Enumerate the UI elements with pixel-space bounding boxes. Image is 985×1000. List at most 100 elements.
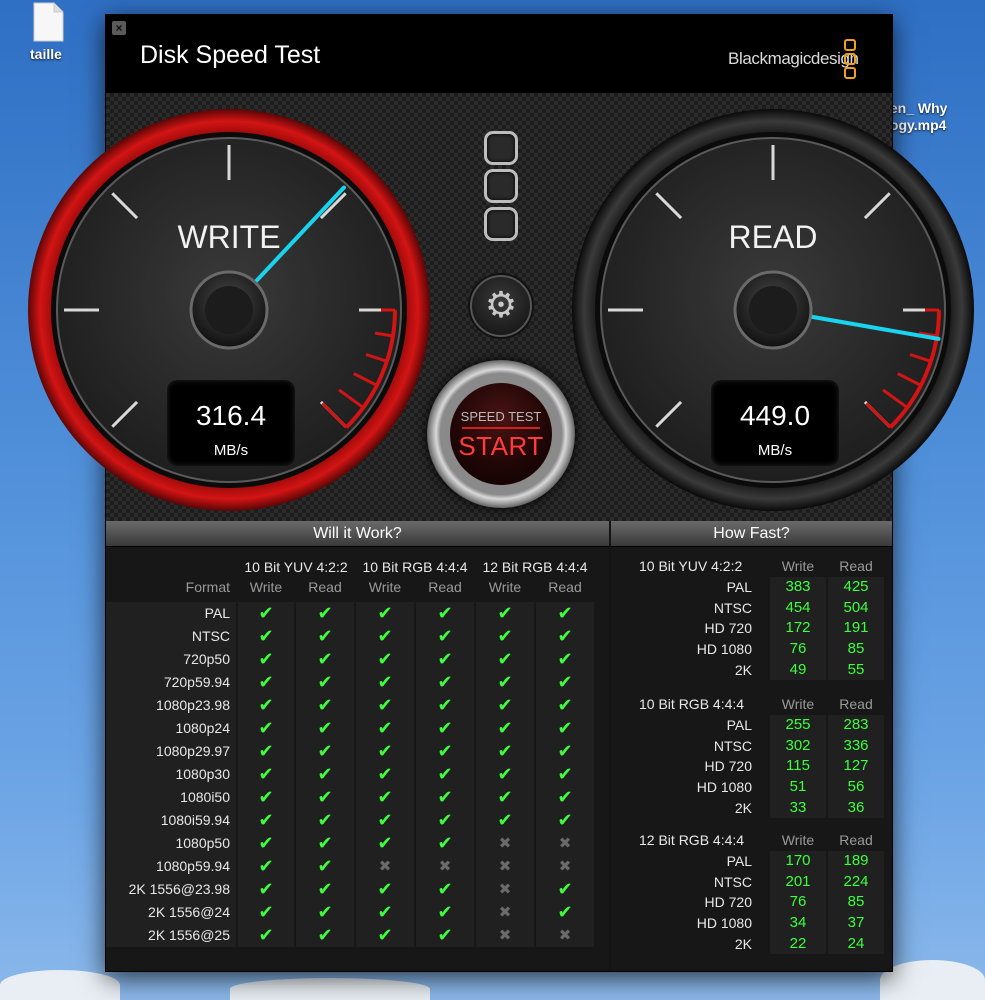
format-label: 1080p24 (106, 717, 236, 740)
check-icon: ✔ (416, 878, 474, 901)
check-icon: ✔ (476, 671, 534, 694)
read-fps-value: 127 (828, 756, 884, 778)
cross-icon: ✖ (476, 832, 534, 855)
format-label: 1080p23.98 (106, 694, 236, 717)
document-icon[interactable] (30, 2, 66, 42)
format-label: 1080p29.97 (106, 740, 236, 763)
title-bar[interactable]: × Disk Speed Test Blackmagicdesign (106, 15, 892, 93)
check-icon: ✔ (296, 694, 354, 717)
check-icon: ✔ (238, 832, 294, 855)
check-icon: ✔ (356, 878, 414, 901)
resolution-label: HD 1080 (696, 641, 752, 658)
cross-icon: ✖ (476, 901, 534, 924)
check-icon: ✔ (536, 625, 594, 648)
write-gauge-label: WRITE (177, 219, 280, 255)
resolution-label: HD 720 (704, 620, 752, 637)
format-label: 1080p50 (106, 832, 236, 855)
check-icon: ✔ (416, 671, 474, 694)
gear-icon: ⚙ (484, 284, 518, 325)
format-label: NTSC (106, 625, 236, 648)
app-title: Disk Speed Test (140, 41, 321, 69)
read-fps-value: 336 (828, 735, 884, 757)
resolution-label: PAL (726, 853, 752, 869)
check-icon: ✔ (356, 740, 414, 763)
format-header-spacer (106, 557, 236, 578)
check-icon: ✔ (296, 671, 354, 694)
read-fps-value: 56 (828, 777, 884, 798)
check-icon: ✔ (238, 855, 294, 878)
cross-icon: ✖ (356, 855, 414, 878)
how-fast-section: 10 Bit YUV 4:2:2 Write Read PAL 383 425 NTSC 45… (611, 555, 892, 681)
format-label: 1080p30 (106, 763, 236, 786)
start-button-label: START (458, 431, 544, 461)
check-icon: ✔ (536, 786, 594, 809)
check-icon: ✔ (356, 717, 414, 740)
cross-icon: ✖ (476, 924, 534, 947)
write-column-header: Write (488, 579, 522, 595)
read-fps-value: 36 (828, 797, 884, 819)
write-fps-value: 76 (770, 892, 826, 914)
format-label: 2K 1556@24 (106, 901, 236, 924)
check-icon: ✔ (296, 740, 354, 763)
check-icon: ✔ (536, 648, 594, 671)
check-icon: ✔ (536, 901, 594, 924)
check-icon: ✔ (296, 832, 354, 855)
write-fps-value: 170 (770, 851, 826, 872)
check-icon: ✔ (416, 809, 474, 832)
how-fast-grid: 12 Bit RGB 4:4:4 Write Read PAL 170 189 NTSC 20… (611, 829, 892, 955)
check-icon: ✔ (238, 648, 294, 671)
format-label: 2K 1556@23.98 (106, 878, 236, 901)
check-icon: ✔ (296, 901, 354, 924)
write-fps-value: 383 (770, 577, 826, 598)
check-icon: ✔ (296, 855, 354, 878)
check-icon: ✔ (296, 786, 354, 809)
check-icon: ✔ (238, 694, 294, 717)
will-it-work-table: 10 Bit YUV 4:2:2 10 Bit RGB 4:4:4 12 Bit R… (106, 547, 609, 947)
check-icon: ✔ (536, 740, 594, 763)
check-icon: ✔ (356, 648, 414, 671)
read-column-header: Read (548, 579, 582, 595)
write-speed-value: 316.4 (195, 400, 267, 431)
how-fast-panel: How Fast? 10 Bit YUV 4:2:2 Write Read PAL 38… (611, 521, 892, 971)
start-button-face[interactable]: SPEED TEST START (450, 383, 552, 485)
read-column-header: Read (428, 579, 462, 595)
resolution-label: HD 1080 (696, 779, 752, 796)
write-fps-value: 115 (770, 756, 826, 778)
check-icon: ✔ (476, 694, 534, 717)
check-icon: ✔ (356, 694, 414, 717)
check-icon: ✔ (356, 602, 414, 625)
read-fps-value: 189 (828, 851, 884, 872)
format-label: PAL (106, 602, 236, 625)
how-fast-section: 12 Bit RGB 4:4:4 Write Read PAL 170 189 NTSC 20… (611, 829, 892, 955)
cross-icon: ✖ (536, 924, 594, 947)
check-icon: ✔ (238, 878, 294, 901)
check-icon: ✔ (238, 602, 294, 625)
write-fps-value: 22 (770, 933, 826, 955)
write-speed-unit: MB/s (213, 442, 249, 459)
speed-test-start-button[interactable]: SPEED TEST START (427, 360, 575, 508)
close-button[interactable]: × (112, 21, 126, 35)
check-icon: ✔ (356, 786, 414, 809)
check-icon: ✔ (416, 901, 474, 924)
cross-icon: ✖ (416, 855, 474, 878)
write-fps-value: 76 (770, 639, 826, 660)
check-icon: ✔ (476, 602, 534, 625)
resolution-label: HD 1080 (696, 915, 752, 932)
settings-button[interactable]: ⚙ (470, 275, 532, 337)
check-icon: ✔ (476, 625, 534, 648)
check-icon: ✔ (356, 901, 414, 924)
desktop-file-label[interactable]: taille (30, 46, 62, 62)
check-icon: ✔ (356, 625, 414, 648)
check-icon: ✔ (356, 832, 414, 855)
check-icon: ✔ (296, 924, 354, 947)
write-column-header: Write (781, 832, 815, 848)
read-column-header: Read (839, 832, 873, 848)
resolution-label: HD 720 (704, 758, 752, 775)
check-icon: ✔ (416, 694, 474, 717)
write-fps-value: 49 (770, 659, 826, 681)
check-icon: ✔ (238, 671, 294, 694)
resolution-label: PAL (726, 579, 752, 595)
read-gauge-hub-center (749, 286, 797, 334)
resolution-label: PAL (726, 717, 752, 733)
check-icon: ✔ (536, 694, 594, 717)
